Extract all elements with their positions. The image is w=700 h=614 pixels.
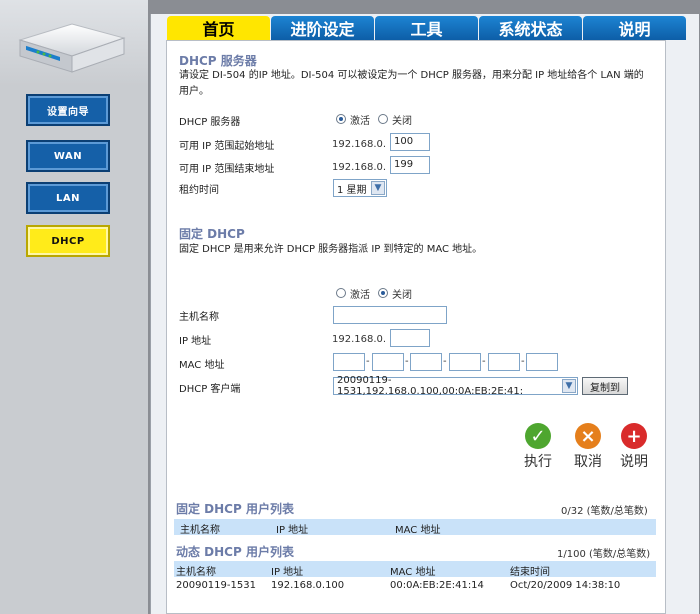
lease-time-label: 租约时间 [179, 185, 219, 196]
router-admin-page: 设置向导 WAN LAN DHCP 首页 进阶设定 工具 系统状态 说明 DHC… [0, 0, 700, 614]
fixed-dhcp-disable-label: 关闭 [392, 290, 412, 301]
tab-home[interactable]: 首页 [167, 16, 270, 40]
cancel-label: 取消 [574, 454, 602, 470]
mac-address-label: MAC 地址 [179, 360, 225, 371]
dhcp-server-title: DHCP 服务器 [179, 54, 257, 68]
client-host-name: 20090119-1531 [176, 580, 256, 591]
host-name-label: 主机名称 [179, 312, 219, 323]
copy-to-button[interactable]: 复制到 [582, 377, 628, 395]
fixed-ip-last-octet-input[interactable] [390, 329, 430, 347]
chevron-down-icon: ▼ [371, 181, 385, 195]
tab-help[interactable]: 说明 [583, 16, 686, 40]
ip-range-start-input[interactable]: 100 [390, 133, 430, 151]
mac-octet-6-input[interactable] [526, 353, 558, 371]
dynamic-dhcp-list-title: 动态 DHCP 用户列表 [176, 545, 294, 559]
column-ip-address: IP 地址 [276, 525, 309, 536]
mac-separator: - [482, 356, 486, 367]
fixed-dhcp-list-count: 0/32 (笔数/总笔数) [561, 506, 648, 517]
fixed-ip-prefix: 192.168.0. [332, 334, 387, 345]
device-banner [0, 0, 148, 86]
client-ip-address: 192.168.0.100 [271, 580, 345, 591]
fixed-dhcp-enable-radio[interactable] [336, 288, 346, 298]
nav-setup-wizard-button[interactable]: 设置向导 [26, 94, 110, 126]
fixed-dhcp-description: 固定 DHCP 是用来允许 DHCP 服务器指派 IP 到特定的 MAC 地址。 [179, 244, 483, 255]
nav-dhcp-button[interactable]: DHCP [26, 225, 110, 257]
fixed-dhcp-title: 固定 DHCP [179, 227, 245, 241]
mac-octet-4-input[interactable] [449, 353, 481, 371]
dynamic-dhcp-list-count: 1/100 (笔数/总笔数) [557, 549, 651, 560]
table-row: 20090119-1531 192.168.0.100 00:0A:EB:2E:… [174, 578, 656, 594]
column-host-name: 主机名称 [176, 567, 216, 578]
ip-address-label: IP 地址 [179, 336, 212, 347]
tab-advanced[interactable]: 进阶设定 [271, 16, 374, 40]
chevron-down-icon: ▼ [562, 379, 576, 393]
nav-wan-button[interactable]: WAN [26, 140, 110, 172]
dhcp-server-disable-radio[interactable] [378, 114, 388, 124]
tab-status[interactable]: 系统状态 [479, 16, 582, 40]
apply-label: 执行 [524, 454, 552, 470]
dhcp-server-enable-radio[interactable] [336, 114, 346, 124]
tab-tools[interactable]: 工具 [375, 16, 478, 40]
check-icon: ✓ [525, 423, 551, 449]
client-end-time: Oct/20/2009 14:38:10 [510, 580, 621, 591]
dhcp-client-value: 20090119-1531,192.168.0.100,00:0A:EB:2E:… [337, 375, 524, 397]
dhcp-server-enable-label: 激活 [350, 116, 370, 127]
ip-range-end-prefix: 192.168.0. [332, 162, 387, 173]
client-mac-address: 00:0A:EB:2E:41:14 [390, 580, 484, 591]
dhcp-server-disable-label: 关闭 [392, 116, 412, 127]
ip-range-start-label: 可用 IP 范围起始地址 [179, 141, 275, 152]
router-device-icon [18, 23, 126, 73]
mac-octet-1-input[interactable] [333, 353, 365, 371]
dhcp-client-select[interactable]: 20090119-1531,192.168.0.100,00:0A:EB:2E:… [333, 375, 578, 397]
top-tabs: 首页 进阶设定 工具 系统状态 说明 [167, 16, 687, 40]
mac-octet-5-input[interactable] [488, 353, 520, 371]
mac-separator: - [366, 356, 370, 367]
ip-range-end-input[interactable]: 199 [390, 156, 430, 174]
help-action[interactable]: + 说明 [614, 423, 654, 471]
mac-separator: - [521, 356, 525, 367]
column-end-time: 结束时间 [510, 567, 550, 578]
apply-action[interactable]: ✓ 执行 [518, 423, 558, 471]
nav-lan-button[interactable]: LAN [26, 182, 110, 214]
cancel-action[interactable]: × 取消 [568, 423, 608, 471]
mac-octet-3-input[interactable] [410, 353, 442, 371]
column-mac-address: MAC 地址 [390, 567, 436, 578]
mac-separator: - [443, 356, 447, 367]
fixed-dhcp-list-header: 主机名称 IP 地址 MAC 地址 [174, 519, 656, 536]
dynamic-dhcp-list-header: 主机名称 IP 地址 MAC 地址 结束时间 [174, 561, 656, 578]
mac-separator: - [405, 356, 409, 367]
plus-icon: + [621, 423, 647, 449]
fixed-dhcp-disable-radio[interactable] [378, 288, 388, 298]
cancel-icon: × [575, 423, 601, 449]
dhcp-server-description: 请设定 DI-504 的IP 地址。DI-504 可以被设定为一个 DHCP 服… [179, 70, 644, 97]
left-navigation [0, 0, 148, 614]
lease-time-value: 1 星期 [337, 184, 367, 196]
mac-octet-2-input[interactable] [372, 353, 404, 371]
column-host-name: 主机名称 [180, 525, 220, 536]
ip-range-end-label: 可用 IP 范围结束地址 [179, 164, 275, 175]
help-label: 说明 [620, 454, 648, 470]
dhcp-client-label: DHCP 客户端 [179, 384, 241, 395]
dhcp-server-label: DHCP 服务器 [179, 117, 241, 128]
lease-time-select[interactable]: 1 星期 ▼ [333, 179, 387, 197]
host-name-input[interactable] [333, 306, 447, 324]
column-mac-address: MAC 地址 [395, 525, 441, 536]
column-ip-address: IP 地址 [271, 567, 304, 578]
fixed-dhcp-list-title: 固定 DHCP 用户列表 [176, 502, 294, 516]
ip-range-start-prefix: 192.168.0. [332, 139, 387, 150]
fixed-dhcp-enable-label: 激活 [350, 290, 370, 301]
